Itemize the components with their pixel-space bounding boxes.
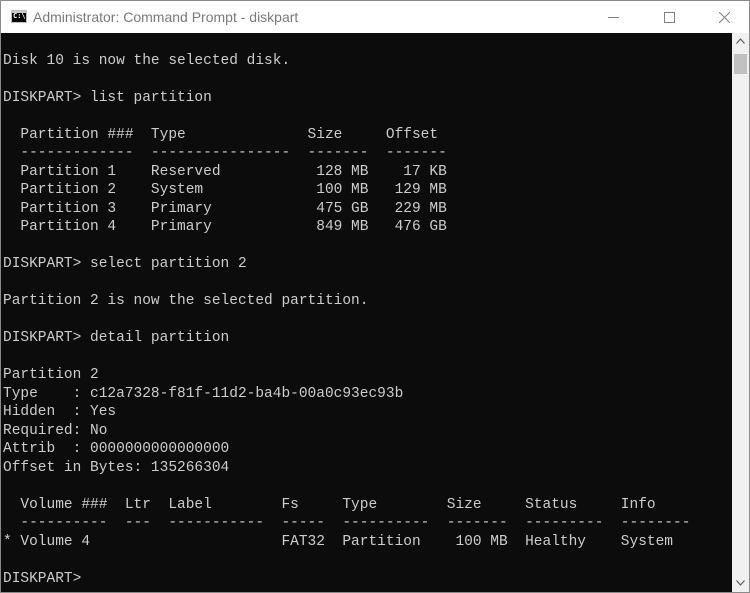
- console-line: DISKPART> detail partition: [3, 330, 230, 346]
- console-line: Partition 4 Primary 849 MB 476 GB: [3, 219, 447, 235]
- console-line: Offset in Bytes: 135266304: [3, 459, 230, 476]
- console-line: Partition 2: [3, 367, 99, 383]
- console-line: Partition 2 System 100 MB 129 MB: [3, 182, 447, 198]
- command-prompt-icon: C:\.: [11, 10, 27, 23]
- icon-glyph-text: C:\.: [13, 12, 26, 20]
- minimize-icon: [608, 17, 619, 18]
- console-line: ------------- ---------------- ------- -…: [3, 145, 447, 161]
- console-line: Partition 1 Reserved 128 MB 17 KB: [3, 163, 447, 180]
- minimize-button[interactable]: [590, 1, 636, 33]
- title-bar[interactable]: C:\. Administrator: Command Prompt - dis…: [1, 1, 749, 33]
- maximize-icon: [664, 12, 675, 23]
- chevron-down-icon: [736, 580, 745, 586]
- command-prompt-window: C:\. Administrator: Command Prompt - dis…: [0, 0, 750, 593]
- console-line: Hidden : Yes: [3, 404, 117, 420]
- console-line: Disk 10 is now the selected disk.: [3, 52, 291, 69]
- console-line: DISKPART> list partition: [3, 89, 212, 106]
- close-button[interactable]: [701, 1, 747, 33]
- console-line: Partition ### Type Size Offset: [3, 126, 439, 143]
- console-line: Required: No: [3, 422, 108, 439]
- vertical-scrollbar[interactable]: [732, 33, 749, 592]
- console-line: Attrib : 0000000000000000: [3, 441, 230, 457]
- close-icon: [719, 12, 730, 23]
- console-line: Volume ### Ltr Label Fs Type Size Status…: [3, 496, 656, 513]
- scroll-up-button[interactable]: [732, 33, 749, 50]
- scrollbar-thumb[interactable]: [734, 54, 747, 74]
- maximize-button[interactable]: [646, 1, 692, 33]
- console-line: Type : c12a7328-f81f-11d2-ba4b-00a0c93ec…: [3, 385, 404, 402]
- chevron-up-icon: [736, 38, 745, 44]
- console-output[interactable]: Disk 10 is now the selected disk. DISKPAR…: [1, 33, 732, 592]
- console-line: DISKPART>: [3, 570, 91, 587]
- scroll-down-button[interactable]: [732, 575, 749, 592]
- console-line: ---------- --- ----------- ----- -------…: [3, 515, 691, 531]
- console-line: Partition 2 is now the selected partitio…: [3, 293, 369, 309]
- window-title: Administrator: Command Prompt - diskpart: [33, 9, 299, 25]
- console-line: * Volume 4 FAT32 Partition 100 MB Health…: [3, 533, 674, 550]
- console-line: Partition 3 Primary 475 GB 229 MB: [3, 200, 447, 217]
- console-line: DISKPART> select partition 2: [3, 256, 247, 272]
